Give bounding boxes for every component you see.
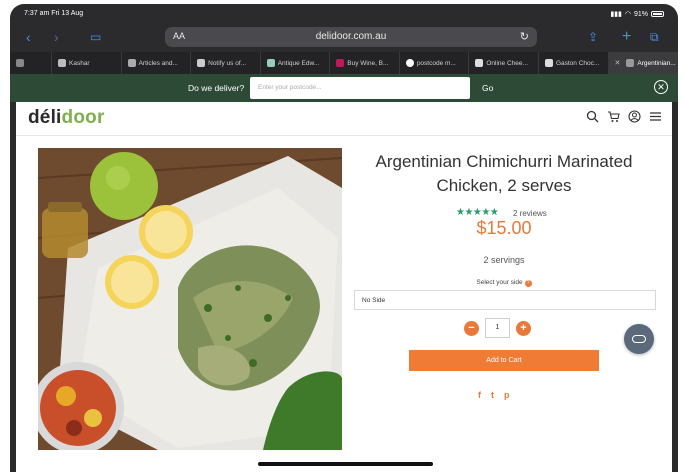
tab-label: Antique Edw... [277, 59, 320, 67]
pinterest-icon[interactable]: p [504, 390, 510, 400]
add-to-cart-button[interactable]: Add to Cart [409, 350, 599, 371]
tab-label: Notify us of... [208, 59, 247, 67]
tab-favicon [336, 59, 345, 67]
tab-active[interactable]: ✕ Argentinian... [608, 52, 678, 74]
tab-favicon [266, 59, 275, 67]
tab-favicon [626, 59, 635, 67]
battery-percent: 91% [633, 10, 648, 18]
tab-label: Argentinian... [637, 59, 676, 67]
wifi-icon: ◠ [624, 11, 631, 18]
tab-label: Kashar [69, 59, 90, 67]
tab-favicon [16, 59, 24, 67]
tab-favicon [58, 59, 66, 67]
tab-label: postcode m... [416, 59, 456, 67]
home-indicator [258, 462, 433, 466]
new-tab-icon[interactable]: + [622, 28, 631, 46]
forward-icon[interactable]: › [54, 28, 59, 46]
header-icons [586, 110, 662, 123]
increase-quantity-button[interactable]: + [516, 320, 531, 336]
social-share: f t p [478, 390, 510, 400]
tab-7[interactable]: postcode m... [399, 52, 470, 74]
tab-label: Online Chee... [486, 59, 528, 67]
decrease-quantity-button[interactable]: − [464, 320, 479, 336]
tab-favicon [197, 59, 206, 67]
side-select[interactable]: No Side [354, 290, 656, 310]
tab-label: Articles and... [138, 59, 178, 67]
tab-2[interactable]: Kashar [52, 52, 122, 74]
tab-favicon [405, 59, 414, 67]
tab-favicon [544, 59, 553, 67]
rating-stars: ★★★★★ [456, 207, 499, 218]
logo-text-deli: déli [28, 107, 62, 128]
product-page: délidoor Argentinian Chimichurri Marinat… [16, 102, 672, 472]
url-text[interactable]: delidoor.com.au [165, 31, 537, 42]
close-tab-icon[interactable]: ✕ [615, 59, 621, 67]
back-icon[interactable]: ‹ [26, 28, 31, 46]
postcode-input[interactable]: Enter your postcode... [250, 77, 470, 99]
menu-icon[interactable] [649, 110, 662, 123]
side-label: Select your side? [356, 279, 652, 287]
tab-6[interactable]: Buy Wine, B... [330, 52, 400, 74]
tab-favicon [127, 59, 136, 67]
tab-4[interactable]: Notify us of... [191, 52, 261, 74]
tab-8[interactable]: Online Chee... [469, 52, 539, 74]
tab-bar: Kashar Articles and... Notify us of... A… [10, 52, 678, 74]
product-image [38, 148, 342, 450]
share-icon[interactable]: ⇪ [588, 28, 598, 46]
close-banner-icon[interactable]: ✕ [654, 80, 668, 94]
tab-1[interactable] [10, 52, 52, 74]
tab-3[interactable]: Articles and... [121, 52, 192, 74]
reviews-link[interactable]: 2 reviews [513, 209, 547, 218]
go-button[interactable]: Go [482, 83, 493, 93]
quantity-input[interactable]: 1 [485, 318, 510, 338]
browser-toolbar: ‹ › ▭ AA delidoor.com.au ↻ ⇪ + ⧉ [10, 22, 678, 52]
tabs-overview-icon[interactable]: ⧉ [650, 28, 659, 46]
tab-9[interactable]: Gaston Choc... [538, 52, 609, 74]
tab-favicon [475, 59, 484, 67]
cart-icon[interactable] [607, 110, 620, 123]
delivery-question: Do we deliver? [188, 83, 245, 93]
account-icon[interactable] [628, 110, 641, 123]
tab-label: Buy Wine, B... [347, 59, 389, 67]
bookmarks-icon[interactable]: ▭ [90, 28, 101, 46]
chat-bubble-icon [632, 335, 646, 343]
twitter-icon[interactable]: t [491, 390, 494, 400]
help-icon[interactable]: ? [524, 280, 532, 287]
status-bar: 7:37 am Fri 13 Aug ▮▮▮ ◠ 91% [10, 4, 678, 22]
facebook-icon[interactable]: f [478, 390, 481, 400]
search-icon[interactable] [586, 110, 599, 123]
tab-5[interactable]: Antique Edw... [260, 52, 331, 74]
signal-icon: ▮▮▮ [610, 11, 622, 18]
reload-icon[interactable]: ↻ [520, 30, 529, 43]
tab-label: Gaston Choc... [555, 59, 600, 67]
battery-icon [651, 11, 664, 17]
status-time: 7:37 am Fri 13 Aug [24, 10, 84, 17]
site-header: délidoor [16, 102, 672, 136]
site-logo[interactable]: délidoor [28, 107, 105, 129]
side-label-text: Select your side [476, 279, 523, 286]
browser-window: 7:37 am Fri 13 Aug ▮▮▮ ◠ 91% ‹ › ▭ AA de… [10, 4, 678, 472]
product-title: Argentinian Chimichurri Marinated Chicke… [375, 152, 633, 195]
status-icons: ▮▮▮ ◠ 91% [610, 10, 664, 18]
address-bar[interactable]: AA delidoor.com.au ↻ [165, 27, 537, 47]
chat-widget-button[interactable] [624, 324, 654, 354]
logo-text-door: door [61, 107, 105, 128]
servings-text: 2 servings [483, 255, 525, 265]
delivery-banner: Do we deliver? Enter your postcode... Go… [10, 74, 678, 102]
quantity-stepper: − 1 + [464, 318, 531, 338]
product-price: $15.00 [476, 218, 532, 238]
